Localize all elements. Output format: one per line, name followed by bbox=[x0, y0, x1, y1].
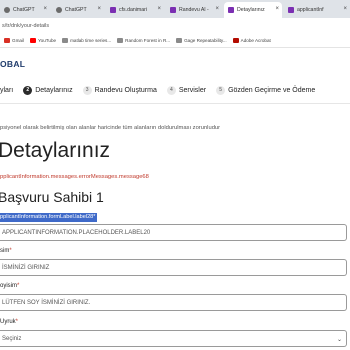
step-number-badge: 4 bbox=[166, 85, 176, 95]
gmail-icon bbox=[4, 38, 10, 43]
bookmark-matlab[interactable]: matlab time series... bbox=[62, 38, 111, 43]
nationality-label: Uyruk* bbox=[0, 319, 18, 325]
step-label: Gözden Geçirme ve Ödeme bbox=[228, 86, 316, 94]
surname-label: oyisim* bbox=[0, 283, 19, 289]
tab-label: Detaylarınız bbox=[237, 7, 265, 13]
tab-label: ChatGPT bbox=[13, 7, 35, 13]
tab-cfs[interactable]: cfs.danimari × bbox=[106, 2, 164, 18]
tab-label: ChatGPT bbox=[65, 7, 87, 13]
bookmark-label: Gage Repeatability... bbox=[184, 38, 227, 43]
close-icon[interactable]: × bbox=[43, 6, 47, 12]
step-label: Randevu Oluşturma bbox=[94, 86, 157, 94]
required-marker: * bbox=[15, 319, 19, 325]
applicant-reference-input[interactable]: APPLICANTINFORMATION.PLACEHOLDER.LABEL20 bbox=[0, 224, 347, 241]
progress-stepper: yları 2 Detaylarınız 3 Randevu Oluşturma… bbox=[0, 83, 350, 97]
step-number-badge: 5 bbox=[216, 85, 226, 95]
close-icon[interactable]: × bbox=[343, 6, 347, 12]
browser-tab-strip: ChatGPT × ChatGPT × cfs.danimari × Rande… bbox=[0, 0, 350, 18]
section-title: Başvuru Sahibi 1 bbox=[0, 189, 104, 205]
openai-icon bbox=[4, 7, 10, 13]
vfs-icon bbox=[228, 7, 234, 13]
page-icon bbox=[176, 38, 183, 43]
input-placeholder: APPLICANTINFORMATION.PLACEHOLDER.LABEL20 bbox=[2, 229, 151, 236]
tab-detaylariniz[interactable]: Detaylarınız × bbox=[224, 2, 282, 18]
bookmark-acrobat[interactable]: Adobe Acrobat bbox=[232, 38, 271, 43]
name-label: sim* bbox=[0, 248, 12, 254]
required-marker: * bbox=[9, 248, 12, 254]
error-message: pplicantInformation.messages.errorMessag… bbox=[0, 174, 149, 180]
bookmarks-bar: Gmail YouTube matlab time series... Rand… bbox=[0, 34, 350, 48]
step-label: Servisler bbox=[178, 86, 207, 94]
bookmark-label: matlab time series... bbox=[70, 38, 112, 43]
youtube-icon bbox=[30, 38, 36, 43]
surname-input[interactable]: LÜTFEN SOY İSMİNİZİ GIRINIZ. bbox=[0, 294, 347, 311]
step-label: yları bbox=[0, 86, 14, 94]
site-logo[interactable]: OBAL bbox=[0, 59, 25, 69]
step-3: 3 Randevu Oluşturma bbox=[82, 85, 157, 95]
tab-randevu[interactable]: Randevu Al - × bbox=[166, 2, 222, 18]
name-input[interactable]: İSMİNİZİ GIRINIZ bbox=[0, 259, 347, 276]
tab-chatgpt-1[interactable]: ChatGPT × bbox=[0, 2, 50, 18]
bookmark-label: Gmail bbox=[12, 38, 24, 43]
step-number-badge: 2 bbox=[23, 85, 33, 95]
step-5: 5 Gözden Geçirme ve Ödeme bbox=[216, 85, 316, 95]
address-bar[interactable]: s/tr/dnk/your-details bbox=[0, 18, 350, 34]
required-fields-note: psiyonel olarak belirtilmiş olan alanlar… bbox=[0, 125, 221, 131]
tab-label: cfs.danimari bbox=[119, 7, 147, 13]
input-placeholder: İSMİNİZİ GIRINIZ bbox=[2, 264, 50, 271]
close-icon[interactable]: × bbox=[215, 6, 219, 12]
name-label-text: sim bbox=[0, 248, 10, 254]
bookmark-gmail[interactable]: Gmail bbox=[4, 38, 24, 43]
input-placeholder: LÜTFEN SOY İSMİNİZİ GIRINIZ. bbox=[2, 299, 91, 306]
address-text: s/tr/dnk/your-details bbox=[2, 23, 50, 29]
page-icon bbox=[117, 38, 124, 43]
page-title: Detaylarınız bbox=[0, 139, 111, 162]
surname-label-text: oyisim bbox=[0, 283, 18, 289]
tab-applicantinf[interactable]: applicantInf × bbox=[284, 2, 350, 18]
divider bbox=[0, 103, 350, 104]
bookmark-random-forest[interactable]: Random Forest in R... bbox=[117, 38, 170, 43]
select-value: Seçiniz bbox=[2, 335, 22, 342]
step-4: 4 Servisler bbox=[166, 85, 207, 95]
tab-label: applicantInf bbox=[297, 7, 324, 13]
vfs-icon bbox=[288, 7, 294, 13]
page-icon bbox=[62, 38, 69, 43]
vfs-icon bbox=[110, 7, 116, 13]
close-icon[interactable]: × bbox=[157, 6, 161, 12]
bookmark-label: YouTube bbox=[38, 38, 57, 43]
close-icon[interactable]: × bbox=[97, 6, 101, 12]
bookmark-label: Adobe Acrobat bbox=[240, 38, 271, 43]
step-2: 2 Detaylarınız bbox=[23, 85, 73, 95]
acrobat-icon bbox=[232, 38, 239, 43]
step-1: yları bbox=[0, 87, 13, 94]
vfs-icon bbox=[170, 7, 176, 13]
chevron-down-icon: ⌄ bbox=[336, 337, 342, 343]
tab-label: Randevu Al - bbox=[179, 7, 209, 13]
close-icon[interactable]: × bbox=[275, 6, 279, 12]
selected-field-label: pplicantInformation.formLabel.label28* bbox=[0, 213, 98, 222]
openai-icon bbox=[56, 7, 62, 13]
bookmark-gage[interactable]: Gage Repeatability... bbox=[176, 38, 227, 43]
required-marker: * bbox=[17, 283, 20, 289]
nationality-select[interactable]: Seçiniz ⌄ bbox=[0, 330, 347, 347]
nationality-label-text: Uyruk bbox=[0, 319, 16, 325]
bookmark-label: Random Forest in R... bbox=[125, 38, 171, 43]
bookmark-youtube[interactable]: YouTube bbox=[30, 38, 56, 43]
step-number-badge: 3 bbox=[82, 85, 92, 95]
step-label: Detaylarınız bbox=[35, 86, 73, 94]
tab-chatgpt-2[interactable]: ChatGPT × bbox=[52, 2, 104, 18]
